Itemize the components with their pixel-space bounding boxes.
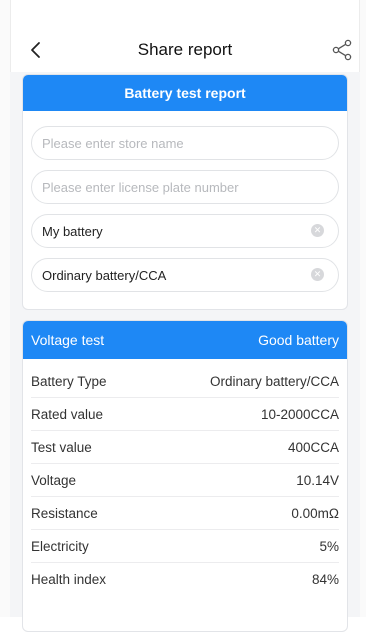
share-icon xyxy=(332,39,352,61)
store-name-field xyxy=(31,126,339,160)
row-label: Health index xyxy=(31,571,107,587)
result-row: Resistance 0.00mΩ xyxy=(31,497,339,530)
row-label: Electricity xyxy=(31,538,89,554)
row-value: 400CCA xyxy=(287,439,339,455)
row-label: Voltage xyxy=(31,472,77,488)
result-row: Voltage 10.14V xyxy=(31,464,339,497)
row-value: 10.14V xyxy=(296,472,339,488)
row-value: 5% xyxy=(319,538,339,554)
report-card-header: Battery test report xyxy=(23,75,347,111)
row-value: 10-2000CCA xyxy=(260,406,339,422)
result-card-header: Voltage test Good battery xyxy=(23,321,347,359)
clear-icon[interactable]: ✕ xyxy=(311,268,324,281)
result-row: Health index 84% xyxy=(31,563,339,595)
share-button[interactable] xyxy=(330,38,354,62)
result-row: Electricity 5% xyxy=(31,530,339,563)
license-plate-field xyxy=(31,170,339,204)
test-result-label: Good battery xyxy=(258,332,339,348)
row-label: Resistance xyxy=(31,505,98,521)
result-rows: Battery Type Ordinary battery/CCA Rated … xyxy=(23,365,347,595)
battery-type-field: ✕ xyxy=(31,258,339,292)
store-name-input[interactable] xyxy=(42,135,328,151)
battery-name-input[interactable] xyxy=(42,223,328,239)
battery-type-input[interactable] xyxy=(42,267,328,283)
result-row: Test value 400CCA xyxy=(31,431,339,464)
chevron-left-icon xyxy=(31,42,40,58)
page-title: Share report xyxy=(137,40,233,59)
result-row: Battery Type Ordinary battery/CCA xyxy=(31,365,339,398)
battery-name-field: ✕ xyxy=(31,214,339,248)
row-label: Rated value xyxy=(31,406,104,422)
test-type-label: Voltage test xyxy=(31,332,105,348)
clear-icon[interactable]: ✕ xyxy=(311,224,324,237)
license-plate-input[interactable] xyxy=(42,179,328,195)
row-label: Battery Type xyxy=(31,373,107,389)
row-label: Test value xyxy=(31,439,92,455)
content-area: Battery test report ✕ ✕ Voltage test Goo… xyxy=(10,72,360,632)
result-row: Rated value 10-2000CCA xyxy=(31,398,339,431)
back-button[interactable] xyxy=(26,40,46,60)
report-card: Battery test report ✕ ✕ xyxy=(22,74,348,310)
row-value: 0.00mΩ xyxy=(291,505,339,521)
row-value: Ordinary battery/CCA xyxy=(209,373,339,389)
navbar: Share report xyxy=(10,28,360,72)
right-frame xyxy=(359,0,366,617)
report-fields: ✕ ✕ xyxy=(23,111,347,292)
result-card: Voltage test Good battery Battery Type O… xyxy=(22,320,348,632)
row-value: 84% xyxy=(311,571,339,587)
